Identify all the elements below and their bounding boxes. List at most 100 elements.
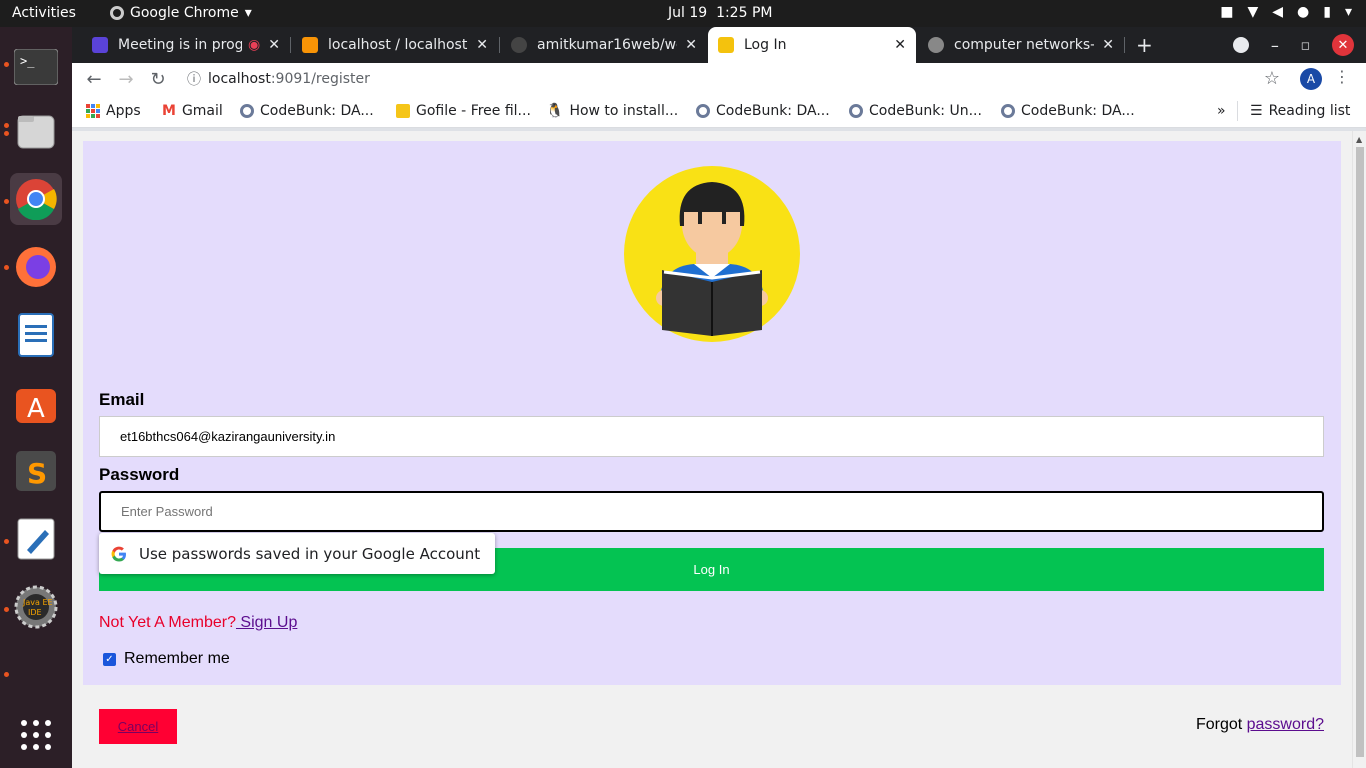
tab-search-icon[interactable] [1232, 37, 1249, 53]
svg-text:S: S [27, 457, 47, 490]
wifi-icon: ▼ [1247, 4, 1259, 20]
info-icon[interactable]: ⓘ [180, 69, 208, 89]
not-member-text: Not Yet A Member? [99, 614, 236, 631]
maximize-button[interactable]: ◻ [1301, 39, 1310, 52]
document-icon [18, 313, 54, 357]
text-editor-launcher[interactable] [10, 513, 62, 565]
bookmark-codebunk-2[interactable]: CodeBunk: DA... [696, 103, 830, 119]
bookmark-codebunk-3[interactable]: CodeBunk: Un... [849, 103, 982, 119]
bookmark-how-to-install[interactable]: 🐧 How to install... [546, 103, 678, 119]
tab-meeting[interactable]: Meeting is in prog ◉ ✕ [82, 27, 290, 63]
bookmark-gmail[interactable]: M Gmail [162, 103, 223, 119]
sublime-icon: S [16, 451, 56, 491]
back-button[interactable]: ← [78, 69, 110, 90]
address-bar[interactable]: ⓘ localhost:9091/register [180, 65, 1280, 93]
terminal-icon: >_ [14, 49, 58, 85]
bookmark-gofile[interactable]: Gofile - Free fil... [396, 103, 531, 119]
clock[interactable]: Jul 19 1:25 PM [668, 5, 772, 21]
folder-icon [17, 115, 55, 149]
software-launcher[interactable]: A [10, 377, 62, 429]
bookmark-label: Gmail [181, 103, 223, 119]
clock-time: 1:25 PM [716, 5, 773, 21]
sign-up-link[interactable]: Sign Up [236, 614, 297, 631]
browser-chrome: Meeting is in prog ◉ ✕ localhost / local… [72, 27, 1366, 131]
bookmark-label: Gofile - Free fil... [416, 103, 531, 119]
password-field[interactable]: Enter Password [99, 491, 1324, 532]
app-name: Google Chrome [130, 5, 239, 21]
recording-icon: ◉ [248, 37, 261, 53]
chrome-icon [110, 6, 124, 20]
reload-button[interactable]: ↻ [142, 69, 174, 90]
email-label: Email [99, 390, 145, 409]
software-store-icon: A [16, 389, 56, 424]
dock: >_ A S Java EE IDE [0, 27, 72, 768]
remember-me-label: Remember me [124, 650, 230, 667]
browser-toolbar: ← → ↻ ⓘ localhost:9091/register ☆ A ⋮ [72, 63, 1366, 95]
show-apps-button[interactable] [10, 709, 62, 761]
password-label: Password [99, 465, 180, 484]
close-icon[interactable]: ✕ [1102, 37, 1114, 53]
suggestion-text: Use passwords saved in your Google Accou… [139, 544, 481, 563]
bookmark-label: How to install... [569, 103, 679, 119]
text-editor-icon [17, 518, 55, 560]
email-field[interactable]: et16bthcs064@kazirangauniversity.in [99, 416, 1324, 457]
tab-github[interactable]: amitkumar16web/we ✕ [501, 27, 707, 63]
remember-me-checkbox[interactable]: ✓ [103, 652, 116, 666]
close-icon[interactable]: ✕ [268, 37, 280, 53]
close-icon[interactable]: ✕ [894, 37, 906, 53]
tab-login[interactable]: Log In ✕ [708, 27, 916, 63]
firefox-launcher[interactable] [10, 241, 62, 293]
svg-text:IDE: IDE [28, 608, 42, 617]
system-top-bar: Activities Google Chrome ▾ Jul 19 1:25 P… [0, 0, 1366, 27]
svg-text:>_: >_ [20, 54, 35, 68]
bookmark-label: CodeBunk: Un... [869, 103, 982, 119]
bookmarks-bar: Apps M Gmail CodeBunk: DA... Gofile - Fre… [72, 95, 1366, 128]
java-ee-ide-icon: Java EEIDE [14, 585, 58, 629]
new-tab-button[interactable]: + [1136, 33, 1153, 57]
bookmark-apps[interactable]: Apps [86, 103, 141, 119]
system-tray[interactable]: ■ ▼ ◀ ● ▮ ▾ [1220, 4, 1352, 20]
minimize-button[interactable]: – [1271, 36, 1279, 55]
bookmark-codebunk-4[interactable]: CodeBunk: DA... [1001, 103, 1135, 119]
forward-button[interactable]: → [110, 69, 142, 90]
firefox-icon [16, 247, 56, 287]
reader-avatar-image [624, 166, 800, 342]
close-icon[interactable]: ✕ [476, 37, 488, 53]
login-card: Email et16bthcs064@kazirangauniversity.i… [83, 141, 1341, 685]
more-bookmarks-icon[interactable]: » [1217, 103, 1226, 119]
activities-button[interactable]: Activities [12, 5, 76, 21]
browser-menu-icon[interactable]: ⋮ [1334, 67, 1350, 86]
github-favicon [511, 37, 527, 53]
writer-launcher[interactable] [10, 309, 62, 361]
apps-grid-icon [86, 104, 100, 118]
app-menu[interactable]: Google Chrome ▾ [110, 5, 252, 21]
reading-list-button[interactable]: ☰ Reading list [1250, 103, 1350, 119]
scrollbar-thumb[interactable] [1356, 147, 1364, 757]
chrome-icon [16, 179, 57, 220]
bookmark-star-icon[interactable]: ☆ [1264, 68, 1280, 89]
gmail-icon: M [162, 103, 176, 119]
saved-passwords-suggestion[interactable]: Use passwords saved in your Google Accou… [99, 533, 495, 574]
camera-icon: ■ [1220, 4, 1234, 20]
bookmark-label: CodeBunk: DA... [716, 103, 830, 119]
bookmark-codebunk-1[interactable]: CodeBunk: DA... [240, 103, 374, 119]
tab-title: localhost / localhost / [328, 37, 469, 53]
page-scrollbar[interactable]: ▲ [1352, 131, 1366, 768]
tab-computer-networks[interactable]: computer networks-c ✕ [918, 27, 1124, 63]
scroll-up-arrow[interactable]: ▲ [1356, 135, 1362, 144]
tab-title: Log In [744, 37, 787, 53]
cancel-button[interactable]: Cancel [99, 709, 177, 744]
eclipse-launcher[interactable]: Java EE IDE [10, 581, 62, 633]
close-window-button[interactable]: ✕ [1332, 34, 1354, 56]
close-icon[interactable]: ✕ [685, 37, 697, 53]
tab-localhost[interactable]: localhost / localhost / ✕ [292, 27, 498, 63]
profile-avatar[interactable]: A [1300, 68, 1322, 90]
chrome-launcher[interactable] [10, 173, 62, 225]
forgot-password-link[interactable]: password? [1247, 716, 1324, 733]
terminal-launcher[interactable]: >_ [10, 41, 62, 93]
sublime-launcher[interactable]: S [10, 445, 62, 497]
gofile-icon [396, 104, 410, 118]
files-launcher[interactable] [10, 105, 62, 157]
remember-me[interactable]: ✓ Remember me [103, 650, 230, 668]
svg-text:Java EE: Java EE [22, 598, 53, 607]
